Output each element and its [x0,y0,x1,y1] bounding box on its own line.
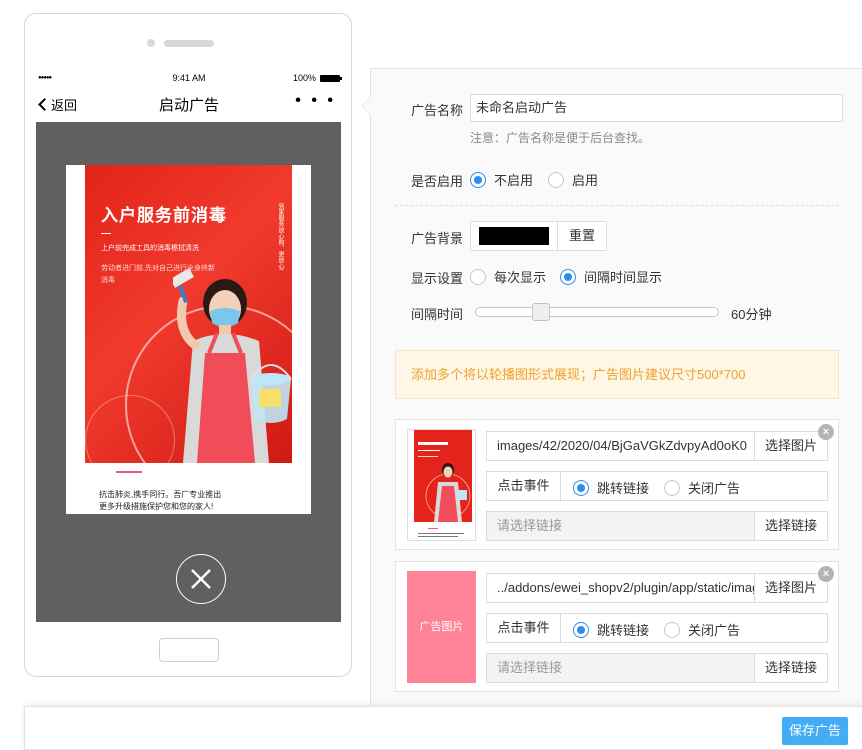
phone-preview: ●●●●● 9:41 AM 100% 返回 启动广告 • • • 入户服务前消毒… [24,13,352,677]
ad-image-card-2: 广告图片 ../addons/ewei_shopv2/plugin/app/st… [395,561,839,692]
click-event-group: 点击事件 跳转链接 关闭广告 [486,471,828,501]
phone-navbar: 返回 启动广告 • • • [36,90,342,120]
enable-off-label: 不启用 [494,173,534,188]
radio-unchecked-icon [664,479,680,496]
ad-close-button[interactable] [176,554,226,604]
jump-link-radio[interactable]: 跳转链接 [573,620,649,639]
link-input[interactable]: 请选择链接 [486,511,755,541]
poster-bottom-line-2: 更多升级措施保护您和您的家人! [99,502,214,511]
link-input[interactable]: 请选择链接 [486,653,755,683]
ad-preview-screen: 入户服务前消毒 上户前完成工具的消毒檫拭清洗 劳动者进门前,先对自己进行全身终新… [36,122,341,622]
poster-red-area: 入户服务前消毒 上户前完成工具的消毒檫拭清洗 劳动者进门前,先对自己进行全身终新… [85,165,292,463]
interval-value: 60分钟 [731,307,772,322]
background-color-picker[interactable] [470,221,558,251]
carousel-tip-alert: 添加多个将以轮播图形式展现；广告图片建议尺寸500*700 [395,350,839,399]
status-bar: ●●●●● 9:41 AM 100% [36,72,342,86]
panel-pointer [361,96,371,116]
radio-checked-icon [573,621,589,638]
enable-off-radio[interactable]: 不启用 [470,170,533,189]
ad-name-label: 广告名称 [411,103,464,118]
poster-dash [101,233,111,234]
image-path-input[interactable]: ../addons/ewei_shopv2/plugin/app/static/… [486,573,755,603]
ad-name-hint: 注意：广告名称是便于后台查找。 [470,131,651,145]
poster-subtitle: 上户前完成工具的消毒檫拭清洗 [101,245,199,252]
remove-card-button[interactable]: × [818,566,834,582]
interval-slider[interactable] [475,307,719,317]
background-reset-button[interactable]: 重置 [557,221,607,251]
save-ad-button[interactable]: 保存广告 [782,717,848,745]
ad-thumbnail-placeholder[interactable]: 广告图片 [407,571,476,683]
close-ad-radio[interactable]: 关闭广告 [664,620,740,639]
poster-thumbnail-image [414,430,472,537]
image-path-input[interactable]: images/42/2020/04/BjGaVGkZdvpyAd0oK0 [486,431,755,461]
jump-link-label: 跳转链接 [597,623,650,638]
close-ad-label: 关闭广告 [688,481,741,496]
display-setting-label: 显示设置 [411,271,464,286]
remove-card-button[interactable]: × [818,424,834,440]
ad-image-card-1: images/42/2020/04/BjGaVGkZdvpyAd0oK0 选择图… [395,419,839,550]
more-icon[interactable]: • • • [295,92,336,110]
camera-dot [147,39,155,47]
ad-thumbnail[interactable] [407,429,476,541]
jump-link-radio[interactable]: 跳转链接 [573,478,649,497]
choose-link-button[interactable]: 选择链接 [754,511,828,541]
interval-slider-handle[interactable] [531,303,550,321]
phone-home-button[interactable] [159,638,219,662]
radio-checked-icon [560,268,576,285]
poster-title: 入户服务前消毒 [101,206,227,225]
close-ad-radio[interactable]: 关闭广告 [664,478,740,497]
radio-unchecked-icon [548,171,564,188]
close-icon [191,569,211,589]
section-divider [395,205,839,206]
display-interval-label: 间隔时间显示 [584,270,663,285]
ad-poster: 入户服务前消毒 上户前完成工具的消毒檫拭清洗 劳动者进门前,先对自己进行全身终新… [66,165,311,514]
enable-label: 是否启用 [411,174,464,189]
display-every-label: 每次显示 [494,270,547,285]
battery-icon [320,75,342,82]
enable-on-radio[interactable]: 启用 [548,170,598,189]
poster-person-image [173,268,292,463]
choose-image-button[interactable]: 选择图片 [754,573,828,603]
ad-image-placeholder-label: 广告图片 [419,621,464,633]
radio-unchecked-icon [664,621,680,638]
display-every-radio[interactable]: 每次显示 [470,267,546,286]
click-event-group: 点击事件 跳转链接 关闭广告 [486,613,828,643]
phone-speaker [164,40,214,47]
choose-link-button[interactable]: 选择链接 [754,653,828,683]
footer-bar: 保存广告 [24,706,862,750]
poster-bottom-line-1: 抗击肺炎,携手同行。吾厂专业推出 [99,490,222,499]
radio-unchecked-icon [470,268,486,285]
close-ad-label: 关闭广告 [688,623,741,638]
ad-name-input[interactable]: 未命名启动广告 [470,94,843,122]
choose-image-button[interactable]: 选择图片 [754,431,828,461]
battery-percent: 100% [292,73,316,83]
click-event-label: 点击事件 [487,472,561,500]
enable-on-label: 启用 [572,173,599,188]
ad-background-label: 广告背景 [411,231,464,246]
display-interval-radio[interactable]: 间隔时间显示 [560,267,662,286]
interval-label: 间隔时间 [411,307,464,322]
background-color-swatch [479,227,549,245]
radio-checked-icon [470,171,486,188]
radio-checked-icon [573,479,589,496]
poster-accent-line [116,471,142,473]
jump-link-label: 跳转链接 [597,481,650,496]
click-event-label: 点击事件 [487,614,561,642]
poster-bottom-text: 抗击肺炎,携手同行。吾厂专业推出 更多升级措施保护您和您的家人! [99,489,299,513]
